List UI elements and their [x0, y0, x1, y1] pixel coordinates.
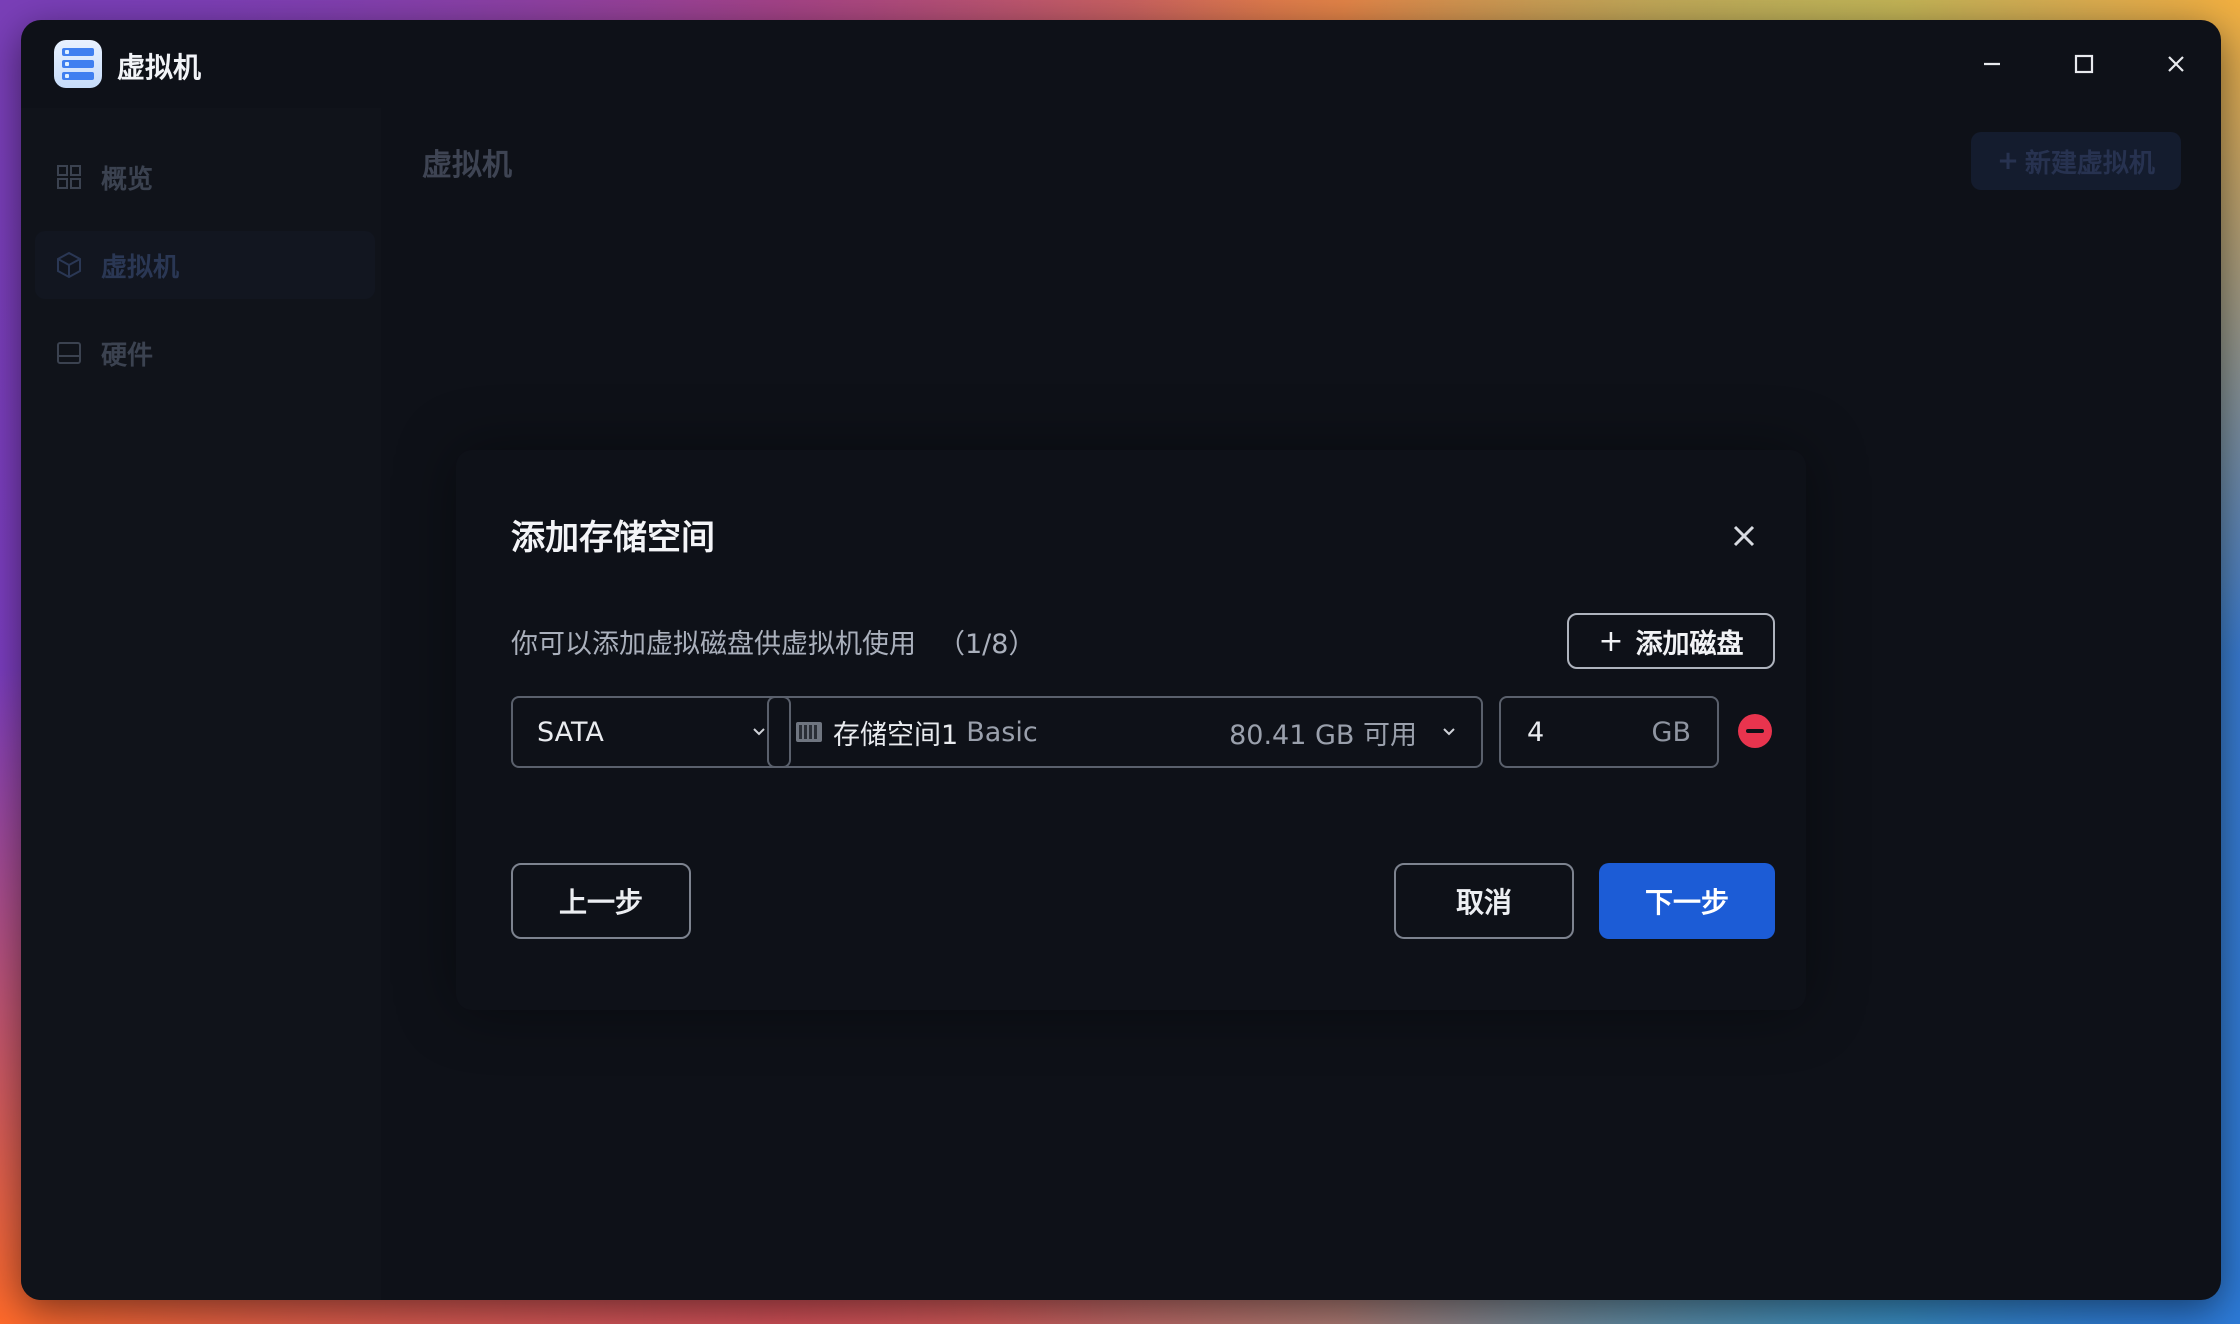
storage-pool-name: 存储空间1	[833, 719, 959, 751]
sidebar: 概览 虚拟机 硬件	[21, 108, 381, 1300]
minimize-icon	[1984, 62, 2000, 66]
chevron-down-icon	[753, 728, 765, 736]
disk-size-value: 4	[1527, 716, 1545, 748]
sidebar-item-hardware[interactable]: 硬件	[35, 319, 375, 387]
window-close-button[interactable]	[2156, 44, 2196, 84]
plus-icon: +	[1997, 146, 2019, 176]
prev-step-button[interactable]: 上一步	[511, 863, 691, 939]
server-stack-icon	[54, 40, 102, 88]
disk-size-unit: GB	[1651, 716, 1691, 748]
add-storage-dialog: 添加存储空间 你可以添加虚拟磁盘供虚拟机使用 （1/8） + 添加磁盘 SATA …	[456, 450, 1806, 1010]
storage-pool-free: 80.41 GB 可用	[1229, 719, 1417, 751]
maximize-icon	[2074, 54, 2094, 74]
add-disk-button[interactable]: + 添加磁盘	[1567, 613, 1775, 669]
sidebar-item-label: 概览	[101, 164, 154, 195]
sidebar-item-label: 虚拟机	[101, 252, 180, 283]
drive-icon	[55, 339, 83, 367]
chevron-down-icon	[1443, 728, 1455, 736]
dialog-close-button[interactable]	[1726, 518, 1762, 554]
description-text: 你可以添加虚拟磁盘供虚拟机使用	[511, 629, 916, 660]
sidebar-item-label: 硬件	[101, 340, 154, 371]
add-disk-label: 添加磁盘	[1635, 628, 1744, 660]
plus-icon: +	[1598, 623, 1624, 659]
close-icon	[2168, 56, 2184, 72]
grid-icon	[55, 163, 83, 191]
sidebar-item-vm[interactable]: 虚拟机	[35, 231, 375, 299]
cancel-button[interactable]: 取消	[1394, 863, 1574, 939]
sidebar-item-overview[interactable]: 概览	[35, 143, 375, 211]
app-window: 虚拟机 概览 虚拟机 硬件 虚拟机 + 新建虚拟机 添加存储空间 你可以添加虚拟…	[21, 20, 2221, 1300]
maximize-button[interactable]	[2064, 44, 2104, 84]
new-vm-button[interactable]: + 新建虚拟机	[1971, 132, 2181, 190]
disk-bus-value: SATA	[537, 716, 604, 748]
title-bar: 虚拟机	[21, 20, 2221, 108]
disk-count: （1/8）	[938, 629, 1036, 660]
remove-disk-button[interactable]	[1738, 714, 1772, 748]
cube-icon	[55, 251, 83, 279]
storage-pool-type: Basic	[966, 716, 1038, 748]
close-icon	[1733, 525, 1755, 547]
page-title: 虚拟机	[422, 148, 512, 183]
minimize-button[interactable]	[1972, 44, 2012, 84]
storage-pool-icon	[795, 719, 823, 745]
storage-pool-select[interactable]: 存储空间1 Basic 80.41 GB 可用	[767, 696, 1483, 768]
dialog-description: 你可以添加虚拟磁盘供虚拟机使用 （1/8）	[511, 622, 1035, 661]
disk-size-input[interactable]: 4 GB	[1499, 696, 1719, 768]
dialog-title: 添加存储空间	[511, 518, 715, 558]
new-vm-label: 新建虚拟机	[2024, 148, 2155, 179]
app-title: 虚拟机	[117, 51, 202, 84]
disk-bus-select[interactable]: SATA	[511, 696, 791, 768]
next-step-button[interactable]: 下一步	[1599, 863, 1775, 939]
